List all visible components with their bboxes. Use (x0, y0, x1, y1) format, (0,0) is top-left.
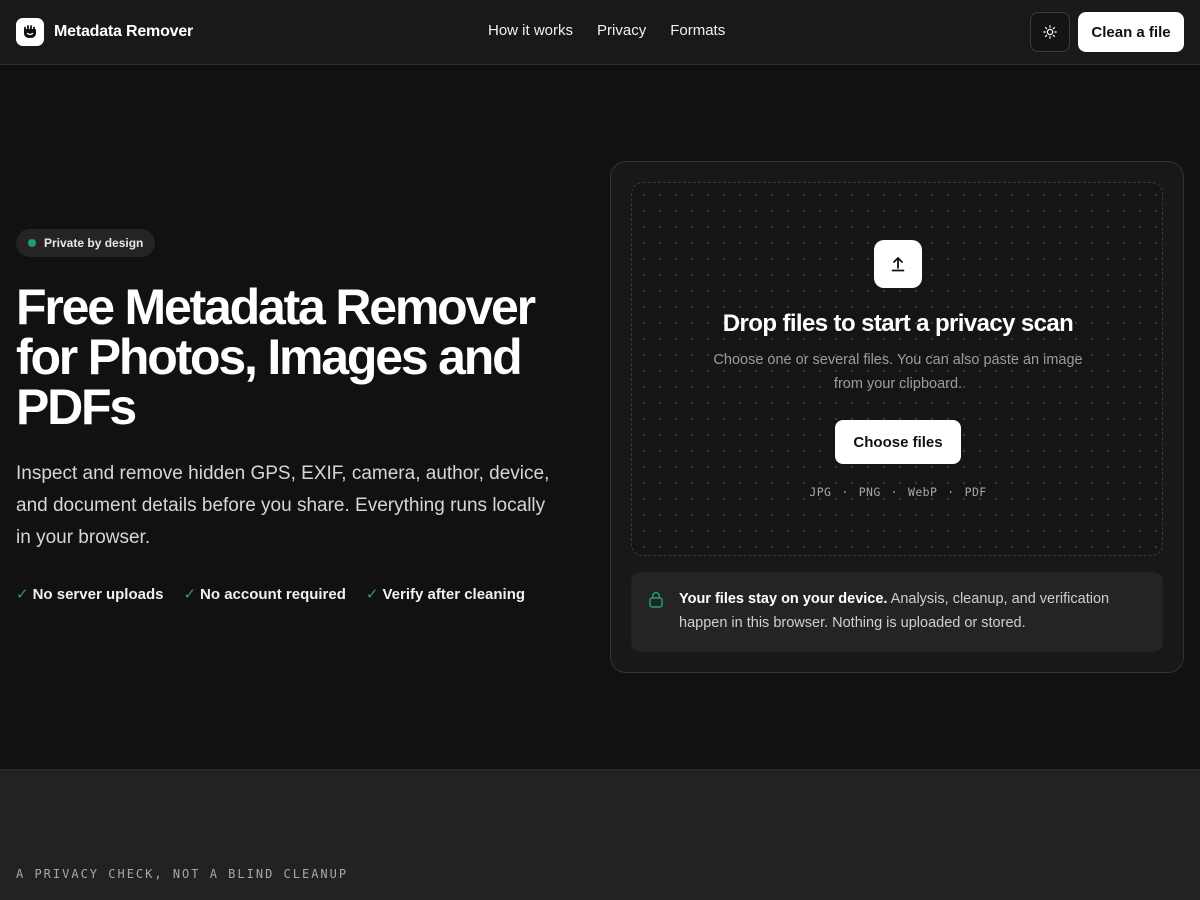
privacy-note-strong: Your files stay on your device. (679, 591, 888, 607)
nav-how-it-works[interactable]: How it works (488, 22, 573, 39)
file-dropzone[interactable]: Drop files to start a privacy scan Choos… (631, 182, 1163, 556)
check-icon: ✓ (365, 586, 379, 603)
supported-formats: JPG · PNG · WebP · PDF (632, 485, 1164, 499)
clean-file-button[interactable]: Clean a file (1078, 12, 1184, 52)
hero-description: Inspect and remove hidden GPS, EXIF, cam… (16, 463, 550, 548)
dropzone-subtitle: Choose one or several files. You can als… (713, 352, 1083, 392)
format-label: WebP (908, 485, 938, 499)
main-nav: How it works Privacy Formats (488, 22, 725, 39)
check-icon: ✓ (183, 586, 197, 603)
privacy-check-section: A PRIVACY CHECK, NOT A BLIND CLEANUP (0, 769, 1200, 900)
format-separator: · (947, 485, 955, 499)
nav-privacy[interactable]: Privacy (597, 22, 646, 39)
section-eyebrow: A PRIVACY CHECK, NOT A BLIND CLEANUP (16, 867, 349, 881)
nav-formats[interactable]: Formats (670, 22, 725, 39)
feature-item: ✓ No account required (183, 585, 346, 604)
status-dot-icon (28, 239, 36, 247)
privacy-note-text: Your files stay on your device. Analysis… (679, 587, 1139, 635)
feature-label: No server uploads (32, 585, 164, 603)
private-badge: Private by design (16, 229, 155, 257)
hero-title: Free Metadata Remover for Photos, Images… (16, 279, 536, 435)
feature-label: No account required (200, 585, 346, 603)
site-header: Metadata Remover How it works Privacy Fo… (0, 0, 1200, 65)
feature-item: ✓ Verify after cleaning (365, 585, 526, 604)
choose-files-button[interactable]: Choose files (835, 420, 961, 464)
upload-icon[interactable] (874, 240, 922, 288)
format-label: PNG (858, 485, 881, 499)
upload-panel: Drop files to start a privacy scan Choos… (610, 161, 1184, 673)
brand-name: Metadata Remover (54, 23, 194, 40)
brand[interactable]: Metadata Remover (16, 18, 193, 46)
format-label: JPG (809, 485, 832, 499)
privacy-note: Your files stay on your device. Analysis… (631, 572, 1163, 652)
lock-icon (649, 591, 663, 608)
format-separator: · (841, 485, 849, 499)
sun-icon (1043, 25, 1057, 39)
feature-list: ✓ No server uploads ✓ No account require… (16, 585, 526, 604)
badge-label: Private by design (44, 236, 144, 250)
dropzone-title: Drop files to start a privacy scan (722, 310, 1074, 337)
theme-toggle-button[interactable] (1030, 12, 1070, 52)
feature-item: ✓ No server uploads (16, 585, 164, 604)
format-separator: · (890, 485, 898, 499)
check-icon: ✓ (16, 586, 29, 603)
hand-shield-icon (16, 18, 44, 46)
format-label: PDF (964, 485, 987, 499)
feature-label: Verify after cleaning (382, 585, 526, 603)
